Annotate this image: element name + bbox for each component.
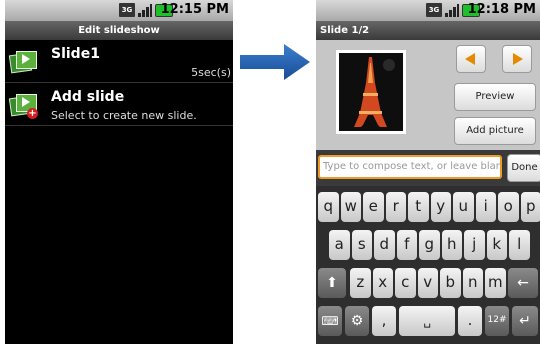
settings-key[interactable]: ⚙ bbox=[345, 306, 369, 336]
backspace-icon: ← bbox=[517, 275, 529, 291]
status-time: 12:18 PM bbox=[467, 2, 536, 17]
3g-icon: 3G bbox=[119, 3, 135, 17]
enter-icon: ↵ bbox=[519, 313, 531, 329]
key-p[interactable]: p bbox=[520, 192, 540, 222]
key-o[interactable]: o bbox=[498, 192, 519, 222]
enter-key[interactable]: ↵ bbox=[512, 306, 538, 336]
next-slide-button[interactable] bbox=[502, 45, 532, 73]
key-k[interactable]: k bbox=[486, 230, 507, 260]
key-b[interactable]: b bbox=[440, 268, 461, 298]
key-y[interactable]: y bbox=[430, 192, 451, 222]
transition-arrow-icon bbox=[240, 44, 310, 80]
backspace-key[interactable]: ← bbox=[508, 268, 538, 298]
slide-picture-frame[interactable] bbox=[336, 50, 406, 134]
compose-bar: Type to compose text, or leave blank Don… bbox=[316, 150, 540, 186]
space-icon: ␣ bbox=[423, 314, 431, 328]
key-z[interactable]: z bbox=[350, 268, 371, 298]
key-i[interactable]: i bbox=[475, 192, 496, 222]
prev-slide-button[interactable] bbox=[456, 45, 486, 73]
add-slide-title: Add slide bbox=[51, 89, 125, 105]
slide-picture bbox=[339, 53, 403, 131]
symbols-key[interactable]: 12# bbox=[485, 306, 509, 336]
space-key[interactable]: ␣ bbox=[399, 306, 455, 336]
slide-duration: 5sec(s) bbox=[191, 66, 231, 79]
key-d[interactable]: d bbox=[374, 230, 395, 260]
next-arrow-icon bbox=[513, 53, 523, 65]
keyboard-switch-key[interactable]: ⌨ bbox=[318, 306, 342, 336]
prev-arrow-icon bbox=[465, 53, 475, 65]
slide-title: Slide1 bbox=[51, 46, 100, 62]
preview-button[interactable]: Preview bbox=[454, 83, 536, 111]
slide-counter-title: Slide 1/2 bbox=[316, 21, 540, 40]
period-key[interactable]: . bbox=[458, 306, 482, 336]
add-slide-icon: + bbox=[8, 93, 38, 119]
key-w[interactable]: w bbox=[340, 192, 361, 222]
key-f[interactable]: f bbox=[396, 230, 417, 260]
slide-icon bbox=[8, 50, 37, 74]
add-slide-subtitle: Select to create new slide. bbox=[51, 109, 197, 122]
key-h[interactable]: h bbox=[441, 230, 462, 260]
key-t[interactable]: t bbox=[408, 192, 429, 222]
key-m[interactable]: m bbox=[485, 268, 506, 298]
key-r[interactable]: r bbox=[385, 192, 406, 222]
key-v[interactable]: v bbox=[417, 268, 438, 298]
key-l[interactable]: l bbox=[509, 230, 530, 260]
list-item-slide1[interactable]: Slide1 5sec(s) bbox=[5, 40, 233, 83]
comma-key[interactable]: , bbox=[372, 306, 396, 336]
key-n[interactable]: n bbox=[462, 268, 483, 298]
soft-keyboard: q w e r t y u i o p a s d f g h j k l ⬆ z x c v b n m ← ⌨ ⚙, ␣. 12# ↵ bbox=[316, 186, 540, 344]
gear-icon: ⚙ bbox=[350, 313, 364, 329]
edit-slideshow-screen: 3G 12:15 PM Edit slideshow Slide1 5sec(s… bbox=[5, 0, 233, 344]
key-e[interactable]: e bbox=[363, 192, 384, 222]
add-picture-button[interactable]: Add picture bbox=[454, 117, 536, 145]
key-s[interactable]: s bbox=[351, 230, 372, 260]
page-title: Edit slideshow bbox=[5, 21, 233, 40]
key-a[interactable]: a bbox=[329, 230, 350, 260]
signal-icon bbox=[445, 3, 459, 17]
key-g[interactable]: g bbox=[419, 230, 440, 260]
keyboard-icon: ⌨ bbox=[321, 314, 339, 328]
done-button[interactable]: Done bbox=[507, 154, 540, 182]
list-item-add-slide[interactable]: + Add slide Select to create new slide. bbox=[5, 83, 233, 126]
compose-text-input[interactable]: Type to compose text, or leave blank bbox=[318, 155, 502, 179]
key-u[interactable]: u bbox=[453, 192, 474, 222]
key-x[interactable]: x bbox=[372, 268, 393, 298]
slide-editor-screen: 3G 12:18 PM Slide 1/2 Preview Add pictur… bbox=[316, 0, 540, 344]
key-j[interactable]: j bbox=[464, 230, 485, 260]
status-bar: 3G 12:15 PM bbox=[5, 0, 233, 21]
status-time: 12:15 PM bbox=[160, 2, 229, 17]
key-c[interactable]: c bbox=[395, 268, 416, 298]
shift-key[interactable]: ⬆ bbox=[318, 268, 346, 298]
status-bar: 3G 12:18 PM bbox=[316, 0, 540, 21]
shift-icon: ⬆ bbox=[326, 275, 338, 291]
signal-icon bbox=[138, 3, 152, 17]
key-q[interactable]: q bbox=[318, 192, 339, 222]
3g-icon: 3G bbox=[426, 3, 442, 17]
slide-editor-panel: Preview Add picture bbox=[316, 40, 540, 150]
